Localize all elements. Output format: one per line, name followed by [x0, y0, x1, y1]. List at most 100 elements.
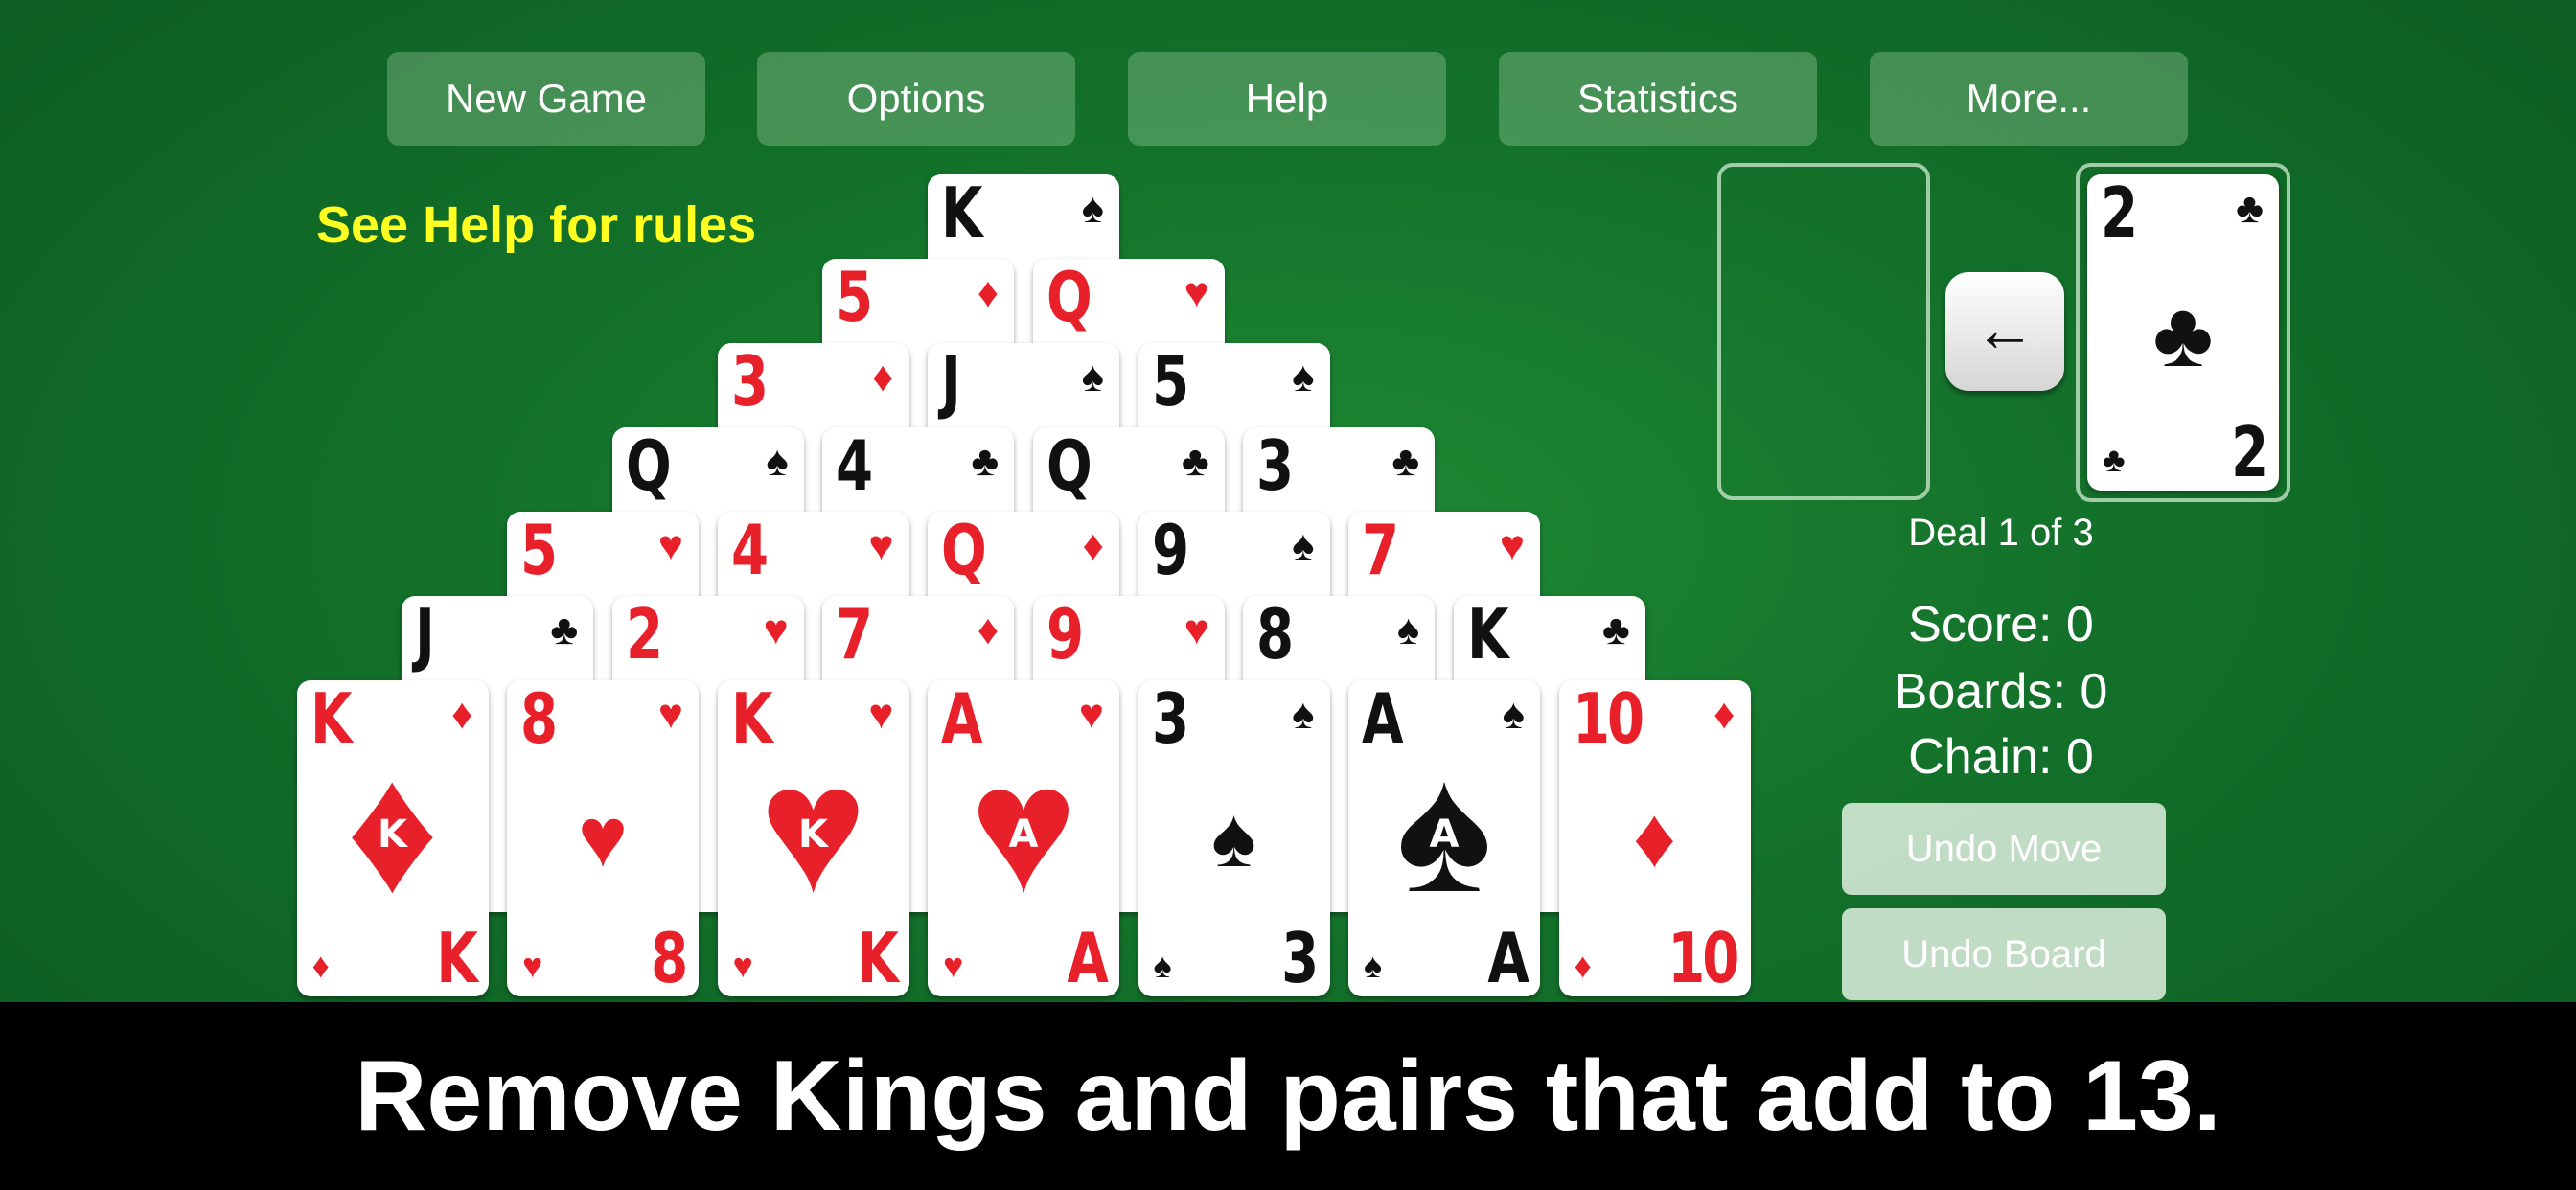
card-rank: 9 — [1151, 512, 1189, 590]
caption-banner: Remove Kings and pairs that add to 13. — [0, 1002, 2576, 1190]
card-rank: 7 — [1362, 512, 1399, 590]
spade-icon: ♠ — [1364, 946, 1383, 985]
pyramid-card[interactable]: 10 ♦ ♦ ♦ 10 — [1558, 680, 1751, 996]
card-rank: Q — [1046, 259, 1092, 337]
heart-icon: ♥ — [657, 691, 683, 738]
heart-icon: ♥ — [1499, 522, 1525, 569]
card-rank: 8 — [1256, 596, 1294, 675]
card-rank: 9 — [1046, 596, 1084, 675]
spade-icon: ♠ — [1292, 522, 1315, 569]
card-rank: 5 — [1151, 343, 1189, 422]
card-rank-bottom: 10 — [1668, 918, 1740, 996]
heart-icon: ♥ — [943, 946, 964, 985]
waste-card[interactable]: 2 ♣ ♣ ♣ 2 — [2087, 174, 2279, 491]
card-rank: 5 — [520, 512, 558, 590]
heart-icon: ♥ — [868, 522, 894, 569]
card-rank: Q — [941, 512, 987, 590]
diamond-icon: ♦ — [872, 354, 894, 400]
card-center-letter: K — [798, 812, 828, 857]
pyramid-card[interactable]: 3 ♠ ♠ ♠ 3 — [1138, 680, 1330, 996]
card-rank-bottom: A — [1067, 918, 1109, 996]
card-rank: 3 — [1256, 427, 1294, 506]
diamond-icon: ♦ — [451, 691, 473, 738]
diamond-icon: ♦ — [1574, 946, 1592, 985]
card-rank: 7 — [836, 596, 873, 675]
spade-icon: ♠ — [1502, 691, 1525, 738]
diamond-icon: ♦ — [1633, 790, 1676, 884]
card-rank: 8 — [520, 680, 558, 759]
card-rank: 3 — [730, 343, 769, 422]
diamond-icon: ♦ — [311, 946, 330, 985]
spade-icon: ♠ — [1292, 354, 1315, 400]
card-rank: 4 — [836, 427, 873, 506]
card-rank: Q — [1046, 427, 1092, 506]
options-button[interactable]: Options — [757, 52, 1075, 146]
club-icon: ♣ — [2236, 185, 2264, 232]
pyramid-card[interactable]: A ♥ ♥ A ♥ A — [928, 680, 1119, 996]
card-rank: 4 — [730, 512, 769, 590]
card-rank: 3 — [1151, 680, 1189, 759]
spade-icon: ♠ — [1081, 185, 1104, 232]
statistics-button[interactable]: Statistics — [1499, 52, 1817, 146]
deal-arrow-button[interactable]: ← — [1945, 272, 2064, 391]
spade-icon: ♠ — [1153, 946, 1172, 985]
card-rank-bottom: K — [436, 918, 478, 996]
diamond-icon: ♦ — [1082, 522, 1104, 569]
stock-pile[interactable] — [1717, 163, 1930, 500]
card-rank: Q — [625, 427, 672, 506]
card-rank: 5 — [836, 259, 873, 337]
heart-icon: ♥ — [657, 522, 683, 569]
help-note: See Help for rules — [316, 196, 757, 254]
heart-icon: ♥ — [1078, 691, 1104, 738]
heart-icon: ♥ — [732, 946, 753, 985]
card-rank: 10 — [1572, 680, 1644, 759]
undo-board-button[interactable]: Undo Board — [1842, 908, 2166, 1000]
card-rank-bottom: 3 — [1281, 918, 1320, 996]
heart-icon: ♥ — [577, 790, 629, 884]
card-rank: J — [941, 343, 961, 422]
card-rank: J — [415, 596, 435, 675]
card-center-letter: K — [378, 812, 407, 857]
club-icon: ♣ — [1601, 606, 1630, 653]
pyramid-card[interactable]: 8 ♥ ♥ ♥ 8 — [507, 680, 699, 996]
club-icon: ♣ — [971, 438, 1000, 485]
help-button[interactable]: Help — [1128, 52, 1446, 146]
club-icon: ♣ — [1392, 438, 1420, 485]
more-button[interactable]: More... — [1870, 52, 2188, 146]
club-icon: ♣ — [2103, 440, 2126, 479]
undo-move-button[interactable]: Undo Move — [1842, 803, 2166, 895]
deal-counter: Deal 1 of 3 — [1908, 512, 2094, 554]
diamond-icon: ♦ — [977, 269, 1000, 316]
heart-icon: ♥ — [868, 691, 894, 738]
spade-icon: ♠ — [1292, 691, 1315, 738]
club-icon: ♣ — [550, 606, 579, 653]
heart-icon: ♥ — [763, 606, 789, 653]
heart-icon: ♥ — [1184, 269, 1209, 316]
card-center-letter: A — [1008, 812, 1039, 857]
waste-card-rank-bottom: 2 — [2231, 412, 2268, 491]
card-rank-bottom: K — [857, 918, 899, 996]
boards-display: Boards: 0 — [1894, 664, 2108, 720]
card-rank-bottom: A — [1487, 918, 1530, 996]
card-rank: K — [1466, 596, 1509, 675]
pyramid-card[interactable]: A ♠ ♠ A ♠ A — [1348, 680, 1540, 996]
spade-icon: ♠ — [1211, 790, 1256, 884]
new-game-button[interactable]: New Game — [387, 52, 705, 146]
arrow-left-icon: ← — [1974, 295, 2036, 364]
waste-card-rank: 2 — [2101, 174, 2138, 253]
heart-icon: ♥ — [522, 946, 543, 985]
diamond-icon: ♦ — [1714, 691, 1736, 738]
heart-icon: ♥ — [1184, 606, 1209, 653]
club-icon: ♣ — [2152, 284, 2214, 386]
diamond-icon: ♦ — [977, 606, 1000, 653]
chain-display: Chain: 0 — [1908, 729, 2094, 785]
club-icon: ♣ — [1181, 438, 1209, 485]
spade-icon: ♠ — [1396, 606, 1420, 653]
pyramid-card[interactable]: K ♦ ♦ K ♦ K — [296, 680, 489, 996]
card-center-letter: A — [1429, 812, 1460, 857]
spade-icon: ♠ — [1081, 354, 1104, 400]
score-display: Score: 0 — [1908, 597, 2094, 652]
card-rank: K — [941, 174, 983, 253]
card-rank: 2 — [625, 596, 663, 675]
pyramid-card[interactable]: K ♥ ♥ K ♥ K — [717, 680, 909, 996]
